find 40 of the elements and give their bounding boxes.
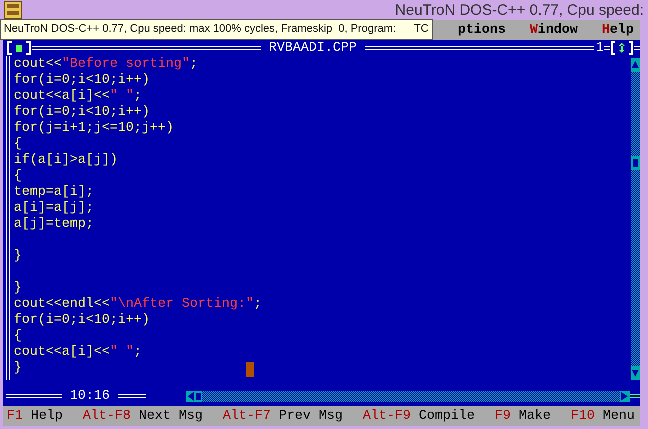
code-line: for(j=i+1;j<=10;j++) <box>14 121 175 137</box>
menu-item[interactable]: Help <box>602 22 634 38</box>
scroll-left-icon[interactable] <box>186 390 202 402</box>
status-item[interactable]: Alt-F9 Compile <box>362 408 475 424</box>
code-line: { <box>14 169 23 185</box>
code-line: temp=a[i]; <box>14 185 95 201</box>
status-item[interactable]: Alt-F7 Prev Msg <box>222 408 343 424</box>
window-number: 1 <box>595 40 604 56</box>
code-line: for(i=0;i<10;i++) <box>14 73 151 89</box>
status-item[interactable]: F9 Make <box>494 408 551 424</box>
code-line: { <box>14 329 23 345</box>
code-line: { <box>14 137 23 153</box>
scroll-thumb[interactable] <box>631 156 640 170</box>
status-item[interactable]: F10 Menu <box>570 408 635 424</box>
status-item[interactable]: F1 Help <box>7 408 63 424</box>
code-line: cout<<endl<<"\nAfter Sorting:"; <box>14 297 263 313</box>
code-line: cout<<a[i]<<" "; <box>14 345 143 361</box>
code-line: for(i=0;i<10;i++) <box>14 313 151 329</box>
code-line: for(i=0;i<10;i++) <box>14 105 151 121</box>
status-item[interactable]: Alt-F8 Next Msg <box>83 408 203 424</box>
code-line: } <box>14 249 23 265</box>
app-icon <box>4 1 22 19</box>
code-line: a[i]=a[j]; <box>14 201 95 217</box>
code-line: } <box>14 361 631 377</box>
file-title: RVBAADI.CPP <box>268 40 358 56</box>
close-box-icon[interactable] <box>6 41 32 55</box>
scroll-right-icon[interactable] <box>620 390 630 402</box>
scroll-up-icon[interactable] <box>631 58 640 72</box>
code-line: if(a[i]>a[j]) <box>14 153 119 169</box>
scroll-down-icon[interactable] <box>631 366 640 380</box>
cursor-position: 10:16 <box>69 388 111 404</box>
code-line: } <box>14 281 23 297</box>
code-line: cout<<"Before sorting"; <box>14 57 199 73</box>
tooltip: NeuTroN DOS-C++ 0.77, Cpu speed: max 100% cycles, Frameskip 0, Program: TC <box>0 19 433 40</box>
menu-item[interactable]: ptions <box>458 22 506 38</box>
window-title: NeuTroN DOS-C++ 0.77, Cpu speed: <box>395 2 644 18</box>
code-line: a[j]=temp; <box>14 217 95 233</box>
zoom-box-icon[interactable] <box>610 41 634 55</box>
code-line: cout<<a[i]<<" "; <box>14 89 143 105</box>
menu-item[interactable]: Window <box>530 22 578 38</box>
